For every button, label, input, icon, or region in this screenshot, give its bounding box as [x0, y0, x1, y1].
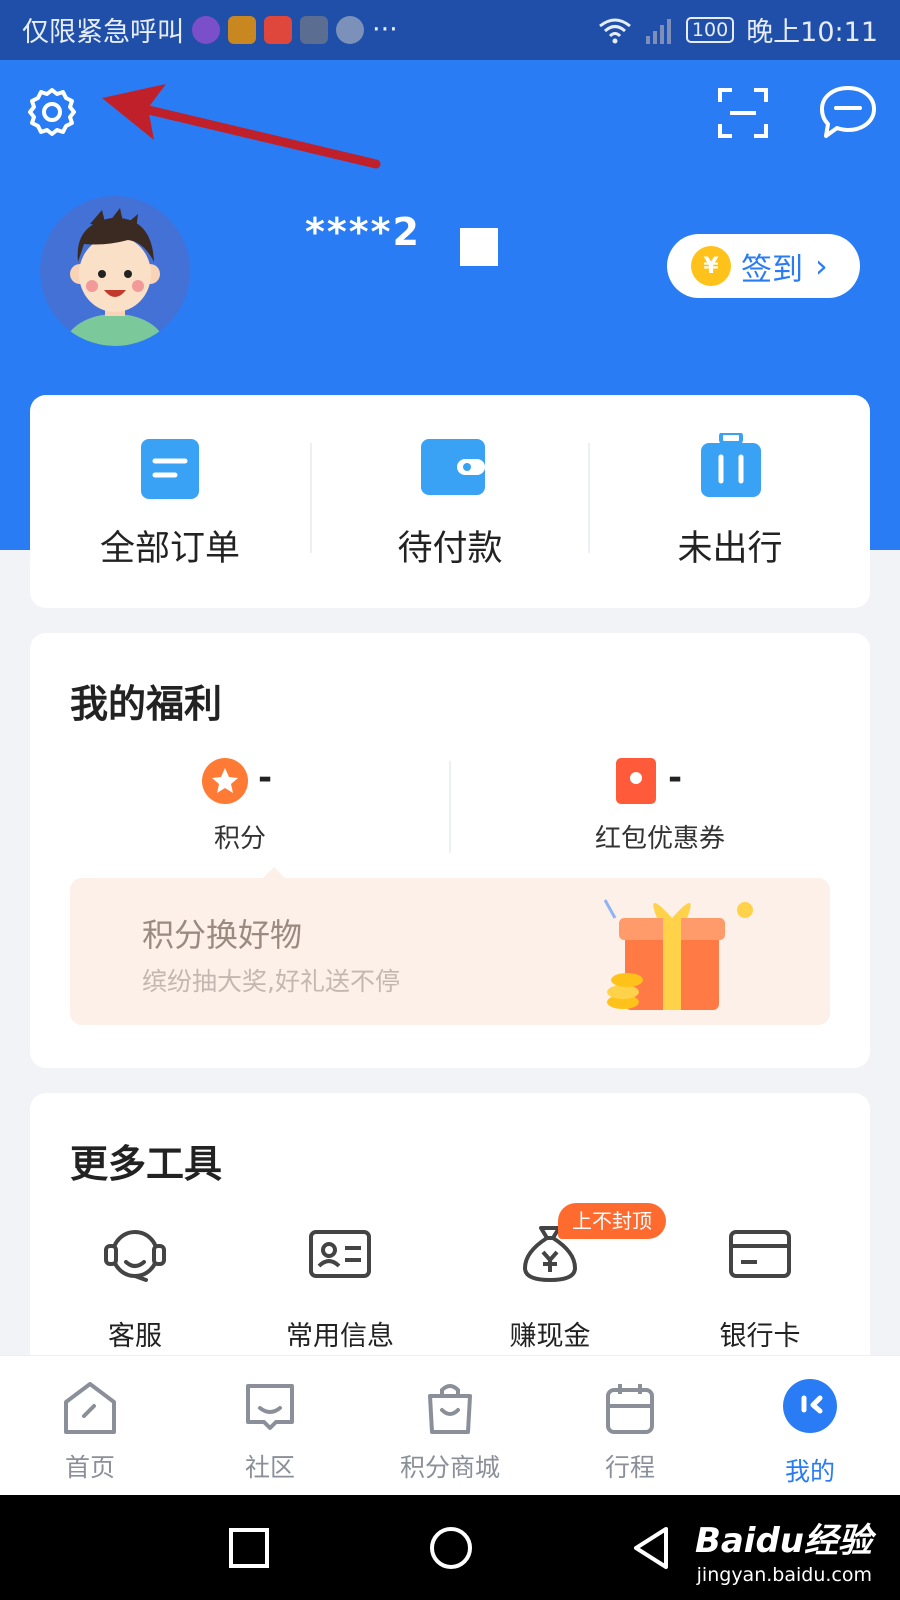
wechat-icon [336, 15, 364, 44]
id-card-icon [309, 1230, 371, 1278]
order-item-label: 未出行 [677, 529, 783, 569]
status-time: 晚上10:11 [746, 17, 878, 48]
tab-label: 社区 [244, 1453, 295, 1482]
order-item-all[interactable]: 全部订单 [30, 395, 310, 608]
banner-subtitle: 缤纷抽大奖,好礼送不停 [142, 967, 400, 996]
benefits-card: 我的福利 - 积分 - 红包优惠券 积分换好物 缤纷抽大奖,好礼送不停 [30, 633, 870, 1068]
tool-label: 客服 [108, 1321, 162, 1352]
tool-item-bank-card[interactable]: 银行卡 [655, 1218, 865, 1353]
watermark-url: jingyan.baidu.com [696, 1564, 872, 1586]
watermark-brand: Baidu经验 [694, 1521, 872, 1561]
watermark: Baidu经验 jingyan.baidu.com [695, 1513, 872, 1586]
wallet-icon [421, 439, 485, 495]
notification-app-icon [264, 15, 292, 44]
order-item-pending-payment[interactable]: 待付款 [310, 395, 590, 608]
tab-community[interactable]: 社区 [180, 1356, 360, 1496]
order-item-label: 待付款 [397, 529, 503, 569]
tools-card: 更多工具 客服 常用信息 赚现金 上不封顶 银行卡 [30, 1093, 870, 1393]
battery-indicator: 100 [685, 16, 735, 43]
coupons-item[interactable]: - 红包优惠券 [450, 758, 870, 868]
chevron-right-icon: › [815, 247, 828, 285]
order-item-label: 全部订单 [99, 529, 240, 569]
tab-itinerary[interactable]: 行程 [540, 1356, 720, 1496]
star-points-icon [202, 758, 248, 804]
username-masked: ****2 [305, 210, 421, 254]
sign-in-button[interactable]: ¥ 签到 › [667, 234, 860, 298]
cartoon-avatar-icon [65, 208, 165, 346]
huawei-app-icon [300, 15, 328, 44]
wifi-icon [598, 18, 631, 43]
headset-icon [104, 1230, 166, 1282]
orders-card: 全部订单 待付款 未出行 [30, 395, 870, 608]
points-exchange-banner[interactable]: 积分换好物 缤纷抽大奖,好礼送不停 [70, 878, 830, 1025]
points-value: - [258, 758, 273, 798]
status-bar: 仅限紧急呼叫 ··· 100 晚上10:11 [0, 0, 900, 60]
coupons-value: - [668, 758, 683, 798]
page: 仅限紧急呼叫 ··· 100 晚上10:11 ****2 ¥ 签到 › 全部订单… [0, 0, 900, 1600]
benefits-title: 我的福利 [70, 682, 223, 726]
shopping-bag-icon [428, 1384, 472, 1434]
notification-app-icon [192, 15, 220, 44]
gift-box-icon [603, 899, 753, 1010]
recent-apps-icon[interactable] [228, 1527, 270, 1569]
tool-item-customer-service[interactable]: 客服 [30, 1218, 240, 1353]
tools-title: 更多工具 [70, 1142, 223, 1186]
order-list-icon [141, 439, 199, 499]
system-navigation-bar: Baidu经验 jingyan.baidu.com [0, 1495, 900, 1600]
avatar[interactable] [40, 196, 190, 346]
tool-label: 银行卡 [719, 1321, 801, 1352]
points-item[interactable]: - 积分 [30, 758, 450, 868]
tab-label: 积分商城 [399, 1453, 500, 1482]
tab-mine[interactable]: 我的 [720, 1356, 900, 1496]
annotation-arrow [102, 84, 381, 169]
calendar-icon [606, 1384, 654, 1434]
more-notifications: ··· [372, 14, 398, 45]
notification-app-icon [228, 15, 256, 44]
tab-home[interactable]: 首页 [0, 1356, 180, 1496]
settings-gear-icon[interactable] [24, 84, 80, 140]
tab-label: 首页 [64, 1453, 115, 1482]
red-packet-icon [616, 758, 656, 804]
bottom-tab-bar: 首页 社区 积分商城 行程 我的 [0, 1355, 900, 1495]
tab-label: 行程 [604, 1453, 655, 1482]
signal-icon [645, 18, 671, 44]
points-label: 积分 [213, 824, 266, 854]
redaction-block [460, 228, 498, 266]
coupons-label: 红包优惠券 [594, 824, 725, 854]
tab-label: 我的 [784, 1457, 835, 1486]
home-icon [64, 1382, 116, 1434]
sign-in-label: 签到 [741, 251, 803, 288]
luggage-icon [701, 433, 761, 497]
order-item-not-traveled[interactable]: 未出行 [590, 395, 870, 608]
profile-icon [783, 1379, 837, 1433]
scan-icon[interactable] [716, 86, 770, 140]
community-icon [246, 1384, 294, 1430]
tool-item-common-info[interactable]: 常用信息 [235, 1218, 445, 1353]
coin-icon: ¥ [691, 246, 731, 286]
banner-title: 积分换好物 [142, 916, 303, 954]
back-icon[interactable] [630, 1525, 672, 1571]
home-circle-icon[interactable] [428, 1525, 474, 1571]
tool-label: 常用信息 [286, 1321, 394, 1352]
tool-label: 赚现金 [509, 1321, 591, 1352]
unlimited-badge: 上不封顶 [558, 1203, 666, 1239]
message-icon[interactable] [818, 84, 878, 142]
tab-points-mall[interactable]: 积分商城 [360, 1356, 540, 1496]
bank-card-icon [729, 1230, 791, 1278]
carrier-text: 仅限紧急呼叫 [22, 17, 184, 48]
